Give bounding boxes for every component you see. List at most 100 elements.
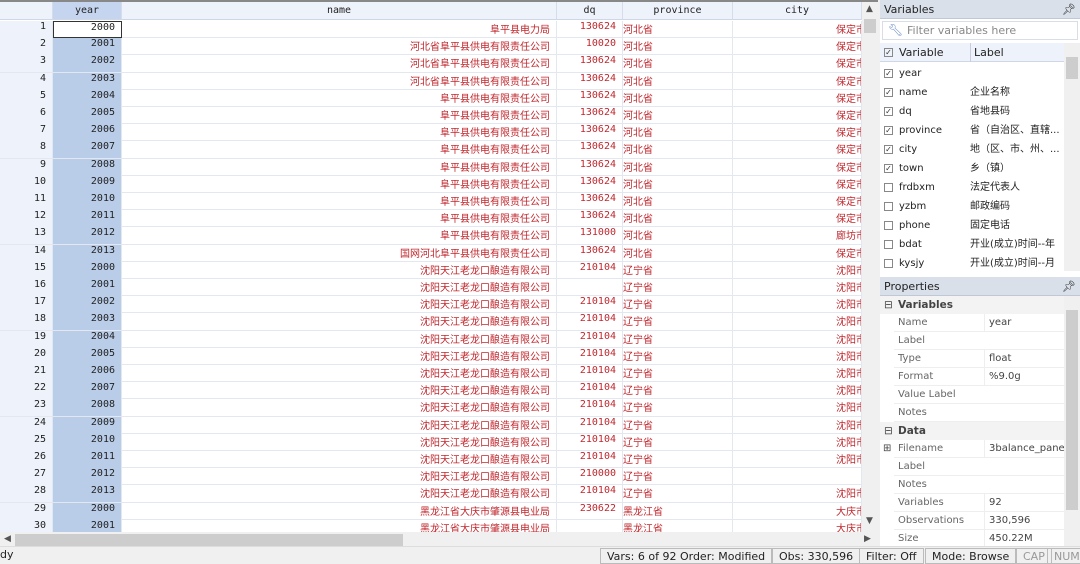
cell-year[interactable]: 2004 <box>53 89 122 107</box>
variable-checkbox[interactable]: ✓ <box>884 88 893 97</box>
cell-dq[interactable]: 210104 <box>557 330 623 348</box>
cell-province[interactable]: 河北省 <box>623 38 733 56</box>
table-row[interactable]: 242009沈阳天江老龙口酿造有限公司210104辽宁省沈阳市 <box>0 416 862 434</box>
cell-province[interactable]: 河北省 <box>623 124 733 142</box>
select-all-checkbox[interactable]: ✓ <box>884 48 893 57</box>
row-number[interactable]: 28 <box>0 485 53 503</box>
cell-city[interactable]: 沈阳市 <box>733 296 862 314</box>
property-row[interactable]: Name year <box>894 314 1064 332</box>
row-number[interactable]: 27 <box>0 468 53 486</box>
cell-province[interactable]: 河北省 <box>623 210 733 228</box>
cell-dq[interactable]: 10020 <box>557 38 623 56</box>
pin-icon[interactable]: 📌︎ <box>1062 0 1076 19</box>
cell-city[interactable]: 沈阳市 <box>733 279 862 296</box>
cell-year[interactable]: 2008 <box>53 399 122 417</box>
cell-year[interactable]: 2000 <box>53 21 122 38</box>
cell-province[interactable]: 河北省 <box>623 193 733 210</box>
scroll-left-icon[interactable]: ◀ <box>4 534 11 544</box>
cell-province[interactable]: 河北省 <box>623 175 733 193</box>
variable-item[interactable]: ✓ dq 省地县码 <box>880 102 1064 121</box>
cell-name[interactable]: 沈阳天江老龙口酿造有限公司 <box>122 313 557 331</box>
cell-province[interactable]: 河北省 <box>623 72 733 90</box>
properties-scrollbar[interactable] <box>1064 296 1080 546</box>
table-row[interactable]: 122011阜平县供电有限责任公司130624河北省保定市 <box>0 210 862 228</box>
cell-dq[interactable]: 130624 <box>557 55 623 73</box>
variable-checkbox[interactable] <box>884 202 893 211</box>
scroll-right-icon[interactable]: ▶ <box>864 534 871 544</box>
cell-name[interactable]: 阜平县供电有限责任公司 <box>122 193 557 210</box>
row-number[interactable]: 23 <box>0 399 53 417</box>
property-row[interactable]: Type float <box>894 350 1064 368</box>
table-row[interactable]: 32002河北省阜平县供电有限责任公司130624河北省保定市 <box>0 55 862 73</box>
cell-province[interactable]: 辽宁省 <box>623 399 733 417</box>
cell-dq[interactable]: 210104 <box>557 313 623 331</box>
variable-checkbox[interactable]: ✓ <box>884 107 893 116</box>
cell-province[interactable]: 辽宁省 <box>623 433 733 451</box>
pin-icon[interactable]: 📌︎ <box>1062 277 1076 296</box>
row-number[interactable]: 16 <box>0 279 53 296</box>
row-number[interactable]: 1 <box>0 21 53 38</box>
cell-dq[interactable]: 130624 <box>557 72 623 90</box>
cell-city[interactable]: 保定市 <box>733 244 862 262</box>
table-row[interactable]: 202005沈阳天江老龙口酿造有限公司210104辽宁省沈阳市 <box>0 347 862 365</box>
property-row[interactable]: Label <box>894 458 1064 476</box>
cell-dq[interactable]: 210104 <box>557 347 623 365</box>
cell-city[interactable]: 保定市 <box>733 55 862 73</box>
cell-dq[interactable]: 210104 <box>557 365 623 382</box>
cell-dq[interactable]: 130624 <box>557 193 623 210</box>
table-row[interactable]: 27 2012 沈阳天江老龙口酿造有限公司 210000 辽宁省 <box>0 468 862 486</box>
cell-province[interactable]: 河北省 <box>623 227 733 245</box>
table-row[interactable]: 72006阜平县供电有限责任公司130624河北省保定市 <box>0 124 862 142</box>
cell-name[interactable]: 沈阳天江老龙口酿造有限公司 <box>122 433 557 451</box>
cell-dq[interactable]: 130624 <box>557 210 623 228</box>
cell-year[interactable]: 2010 <box>53 193 122 210</box>
cell-province[interactable]: 河北省 <box>623 158 733 176</box>
scrollbar-thumb[interactable] <box>15 534 403 546</box>
cell-province[interactable]: 河北省 <box>623 244 733 262</box>
row-number[interactable]: 7 <box>0 124 53 142</box>
property-row[interactable]: Variables 92 <box>894 494 1064 512</box>
cell-name[interactable]: 沈阳天江老龙口酿造有限公司 <box>122 296 557 314</box>
cell-city[interactable]: 保定市 <box>733 158 862 176</box>
table-row[interactable]: 252010沈阳天江老龙口酿造有限公司210104辽宁省沈阳市 <box>0 433 862 451</box>
table-row[interactable]: 62005阜平县供电有限责任公司130624河北省保定市 <box>0 107 862 125</box>
table-row[interactable]: 12000阜平县电力局130624河北省保定市 <box>0 21 862 39</box>
cell-city[interactable]: 沈阳市 <box>733 347 862 365</box>
table-row[interactable]: 232008沈阳天江老龙口酿造有限公司210104辽宁省沈阳市 <box>0 399 862 417</box>
cell-name[interactable]: 沈阳天江老龙口酿造有限公司 <box>122 261 557 279</box>
cell-province[interactable]: 辽宁省 <box>623 485 733 503</box>
variable-checkbox[interactable]: ✓ <box>884 164 893 173</box>
cell-year[interactable]: 2002 <box>53 55 122 73</box>
cell-city[interactable]: 沈阳市 <box>733 261 862 279</box>
cell-year[interactable]: 2000 <box>53 502 122 520</box>
variable-item[interactable]: ✓ town 乡（镇） <box>880 159 1064 178</box>
cell-name[interactable]: 沈阳天江老龙口酿造有限公司 <box>122 365 557 382</box>
row-number[interactable]: 21 <box>0 365 53 382</box>
variable-checkbox[interactable] <box>884 183 893 192</box>
cell-province[interactable]: 河北省 <box>623 55 733 73</box>
cell-name[interactable]: 河北省阜平县供电有限责任公司 <box>122 72 557 90</box>
variable-item[interactable]: phone 固定电话 <box>880 216 1064 235</box>
cell-city[interactable]: 沈阳市 <box>733 451 862 468</box>
cell-province[interactable]: 辽宁省 <box>623 296 733 314</box>
table-row[interactable]: 262011沈阳天江老龙口酿造有限公司210104辽宁省沈阳市 <box>0 451 862 469</box>
cell-city[interactable]: 保定市 <box>733 72 862 90</box>
row-number[interactable]: 29 <box>0 502 53 520</box>
cell-city[interactable]: 保定市 <box>733 175 862 193</box>
cell-name[interactable]: 沈阳天江老龙口酿造有限公司 <box>122 416 557 434</box>
cell-year[interactable]: 2001 <box>53 279 122 296</box>
cell-province[interactable]: 河北省 <box>623 141 733 159</box>
cell-name[interactable]: 沈阳天江老龙口酿造有限公司 <box>122 468 557 486</box>
scrollbar-thumb[interactable] <box>1066 310 1078 510</box>
row-number[interactable]: 10 <box>0 175 53 193</box>
cell-name[interactable]: 沈阳天江老龙口酿造有限公司 <box>122 330 557 348</box>
variable-checkbox[interactable] <box>884 259 893 268</box>
variables-scrollbar[interactable] <box>1064 43 1080 271</box>
table-row[interactable]: 292000黑龙江省大庆市肇源县电业局230622黑龙江省大庆市 <box>0 502 862 520</box>
filter-variables-input[interactable]: Filter variables here <box>882 21 1078 40</box>
column-header-name[interactable]: name <box>122 2 557 20</box>
cell-name[interactable]: 阜平县供电有限责任公司 <box>122 158 557 176</box>
cell-province[interactable]: 辽宁省 <box>623 416 733 434</box>
row-number[interactable]: 25 <box>0 433 53 451</box>
cell-dq[interactable]: 210104 <box>557 261 623 279</box>
